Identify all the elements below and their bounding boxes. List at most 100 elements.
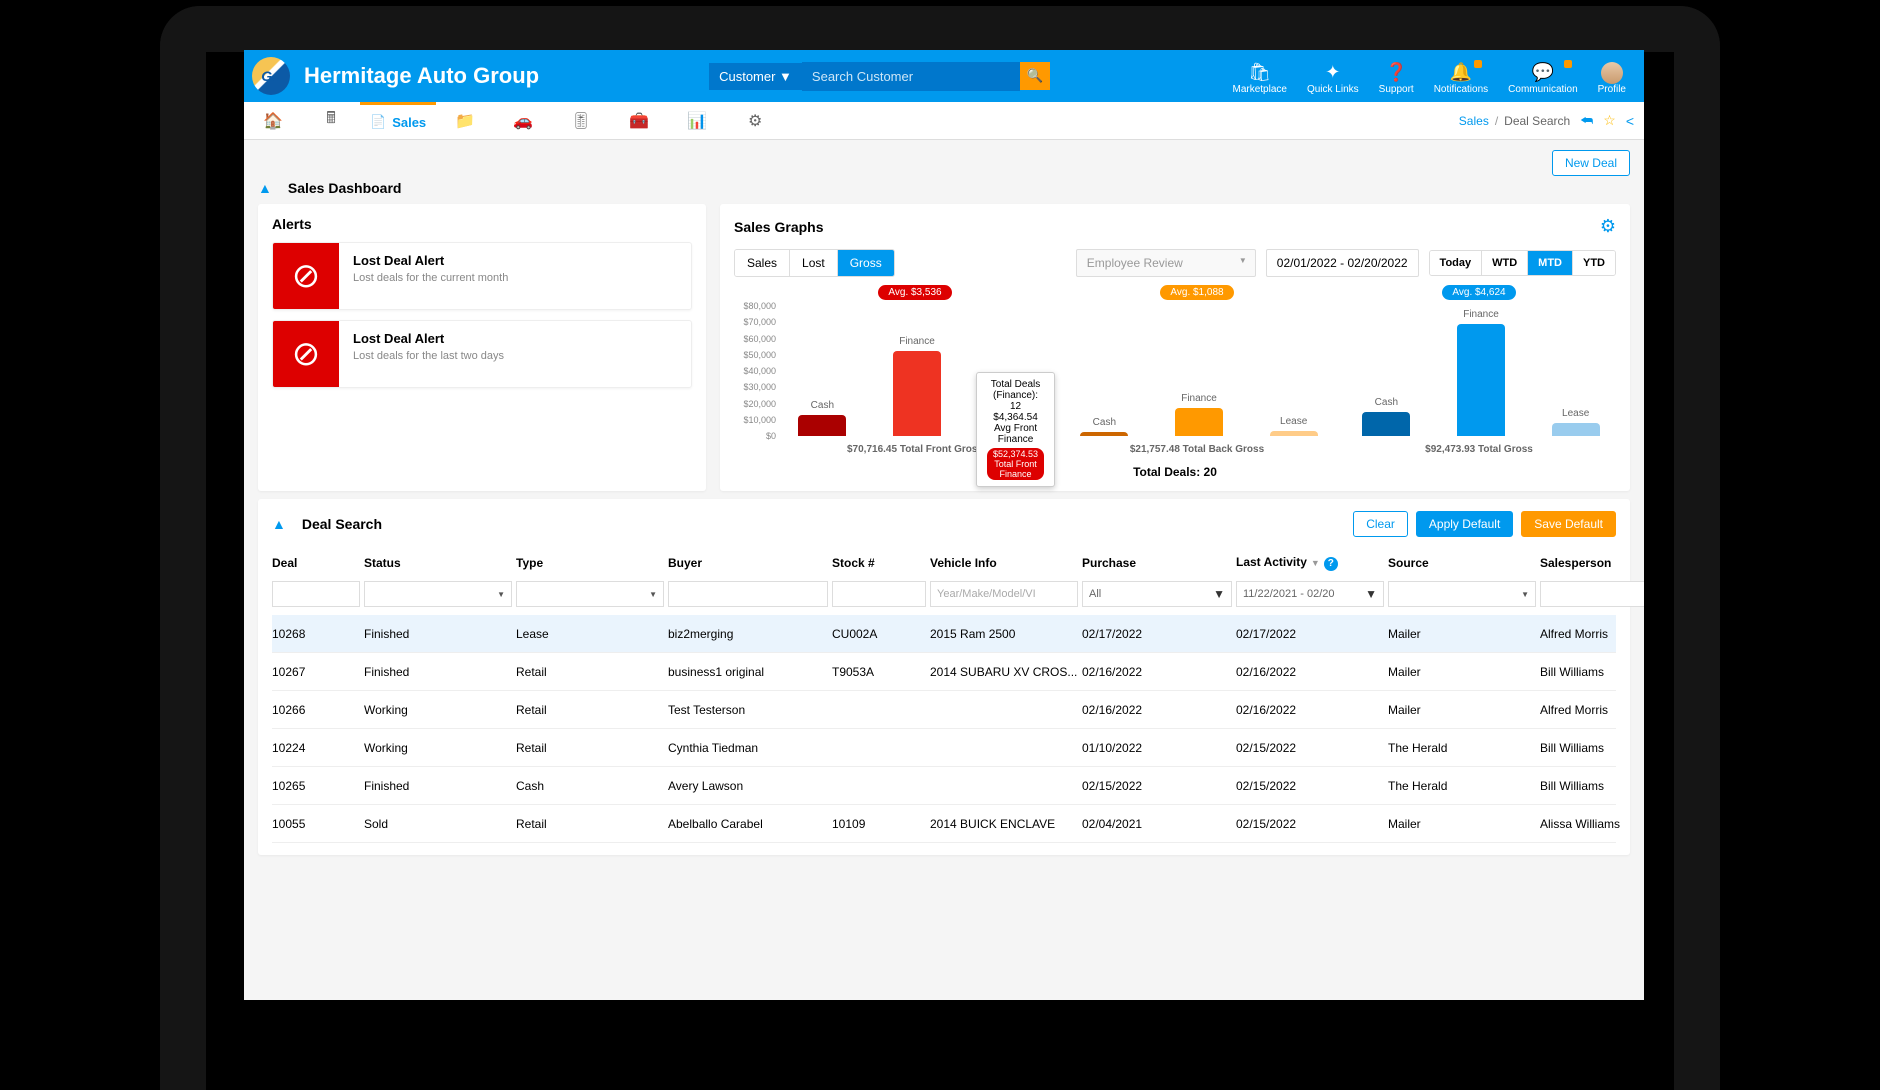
bar-label: Finance (1463, 309, 1499, 320)
search-button[interactable]: 🔍 (1020, 62, 1050, 90)
help-icon[interactable]: ? (1324, 557, 1338, 571)
col-source[interactable]: Source (1388, 556, 1536, 570)
cell-sales: Bill Williams (1540, 779, 1644, 793)
notifications-link[interactable]: 🔔 Notifications (1434, 62, 1488, 95)
bar-finance[interactable] (893, 351, 941, 436)
cell-buyer: Test Testerson (668, 703, 828, 717)
new-deal-button[interactable]: New Deal (1552, 150, 1630, 176)
date-range-input[interactable]: 02/01/2022 - 02/20/2022 (1266, 249, 1419, 277)
filter-source[interactable]: ▼ (1388, 581, 1536, 607)
alert-card[interactable]: ⊘ Lost Deal Alert Lost deals for the cur… (272, 242, 692, 310)
tab-gross[interactable]: Gross (838, 250, 894, 276)
alert-body: Lost Deal Alert Lost deals for the curre… (339, 243, 522, 309)
table-row[interactable]: 10224WorkingRetailCynthia Tiedman01/10/2… (272, 729, 1616, 767)
profile-link[interactable]: Profile (1598, 62, 1626, 95)
folder-icon: 📁 (455, 111, 475, 131)
tab-lost[interactable]: Lost (790, 250, 838, 276)
cell-status: Finished (364, 779, 512, 793)
bar-cash[interactable] (1362, 412, 1410, 436)
nav-sales[interactable]: 📄 Sales (360, 102, 436, 140)
employee-dropdown[interactable]: Employee Review (1076, 249, 1256, 277)
save-default-button[interactable]: Save Default (1521, 511, 1616, 537)
cell-source: The Herald (1388, 741, 1536, 755)
support-link[interactable]: ❓ Support (1379, 62, 1414, 95)
period-mtd[interactable]: MTD (1528, 251, 1573, 275)
graph-settings-icon[interactable]: ⚙ (1600, 216, 1616, 237)
col-type[interactable]: Type (516, 556, 664, 570)
cell-type: Lease (516, 627, 664, 641)
table-row[interactable]: 10265FinishedCashAvery Lawson02/15/20220… (272, 767, 1616, 805)
col-salesperson[interactable]: Salesperson (1540, 556, 1644, 570)
communication-badge (1564, 60, 1572, 68)
star-icon[interactable]: ☆ (1603, 112, 1616, 129)
cell-purchase: 02/16/2022 (1082, 665, 1232, 679)
cell-activity: 02/17/2022 (1236, 627, 1384, 641)
filter-activity[interactable]: 11/22/2021 - 02/20▼ (1236, 581, 1384, 607)
collapse-dashboard-icon[interactable]: ▲ (258, 180, 272, 196)
filter-purchase[interactable]: All▼ (1082, 581, 1232, 607)
nav-sliders[interactable]: 🎚 (552, 102, 610, 140)
search-input[interactable] (802, 62, 1020, 91)
filter-stock[interactable] (832, 581, 926, 607)
filter-deal[interactable] (272, 581, 360, 607)
bar-finance[interactable] (1457, 324, 1505, 436)
table-row[interactable]: 10055SoldRetailAbelballo Carabel10109201… (272, 805, 1616, 843)
cell-sales: Bill Williams (1540, 741, 1644, 755)
share-icon[interactable]: ⮪ (1580, 112, 1593, 129)
logo-icon[interactable]: Go (252, 57, 290, 95)
table-row[interactable]: 10266WorkingRetailTest Testerson02/16/20… (272, 691, 1616, 729)
nav-toolbox[interactable]: 🧰 (610, 102, 668, 140)
org-name: Hermitage Auto Group (304, 63, 539, 89)
top-right-menu: 🛍 Marketplace ✦ Quick Links ❓ Support 🔔 … (1223, 58, 1645, 95)
bar-finance[interactable] (1175, 408, 1223, 436)
apply-default-button[interactable]: Apply Default (1416, 511, 1513, 537)
filter-buyer[interactable] (668, 581, 828, 607)
filter-vehicle[interactable]: Year/Make/Model/VI (930, 581, 1078, 607)
deal-search-buttons: Clear Apply Default Save Default (1353, 511, 1616, 537)
communication-link[interactable]: 💬 Communication (1508, 62, 1577, 95)
quick-links-icon: ✦ (1325, 62, 1340, 84)
col-status[interactable]: Status (364, 556, 512, 570)
clear-button[interactable]: Clear (1353, 511, 1408, 537)
col-stock[interactable]: Stock # (832, 556, 926, 570)
notifications-label: Notifications (1434, 84, 1488, 95)
bar-cash[interactable] (798, 415, 846, 436)
collapse-nav-icon[interactable]: < (1626, 113, 1634, 129)
nav-home[interactable]: 🏠 (244, 102, 302, 140)
bar-cash[interactable] (1080, 432, 1128, 436)
breadcrumb-sales[interactable]: Sales (1459, 114, 1489, 128)
col-activity[interactable]: Last Activity▼? (1236, 555, 1384, 571)
bar-lease[interactable] (1552, 423, 1600, 436)
nav-car[interactable]: 🚗 (494, 102, 552, 140)
period-ytd[interactable]: YTD (1573, 251, 1615, 275)
car-icon: 🚗 (513, 111, 533, 131)
filter-type[interactable]: ▼ (516, 581, 664, 607)
tab-sales[interactable]: Sales (735, 250, 790, 276)
filter-salesperson[interactable] (1540, 581, 1644, 607)
col-deal[interactable]: Deal (272, 556, 360, 570)
cell-buyer: Avery Lawson (668, 779, 828, 793)
nav-settings[interactable]: ⚙ (726, 102, 784, 140)
nav-folder[interactable]: 📁 (436, 102, 494, 140)
search-scope-dropdown[interactable]: Customer ▼ (709, 63, 802, 90)
col-vehicle[interactable]: Vehicle Info (930, 556, 1078, 570)
nav-chart[interactable]: 📊 (668, 102, 726, 140)
quick-links-link[interactable]: ✦ Quick Links (1307, 62, 1359, 95)
tooltip-pill: $52,374.53 Total Front Finance (987, 448, 1044, 480)
col-purchase[interactable]: Purchase (1082, 556, 1232, 570)
marketplace-link[interactable]: 🛍 Marketplace (1233, 62, 1287, 95)
bar-lease[interactable] (1270, 431, 1318, 436)
period-wtd[interactable]: WTD (1482, 251, 1528, 275)
chart-tooltip: Total Deals (Finance): 12 $4,364.54 Avg … (976, 372, 1055, 487)
period-today[interactable]: Today (1430, 251, 1483, 275)
table-row[interactable]: 10267FinishedRetailbusiness1 originalT90… (272, 653, 1616, 691)
tooltip-line1: Total Deals (Finance): 12 (987, 379, 1044, 412)
alert-card[interactable]: ⊘ Lost Deal Alert Lost deals for the las… (272, 320, 692, 388)
col-buyer[interactable]: Buyer (668, 556, 828, 570)
table-row[interactable]: 10268FinishedLeasebiz2mergingCU002A2015 … (272, 615, 1616, 653)
nav-calc[interactable]: 🖩 (302, 102, 360, 140)
prohibited-icon: ⊘ (273, 243, 339, 309)
cell-deal: 10055 (272, 817, 360, 831)
collapse-deal-search-icon[interactable]: ▲ (272, 516, 286, 532)
filter-status[interactable]: ▼ (364, 581, 512, 607)
